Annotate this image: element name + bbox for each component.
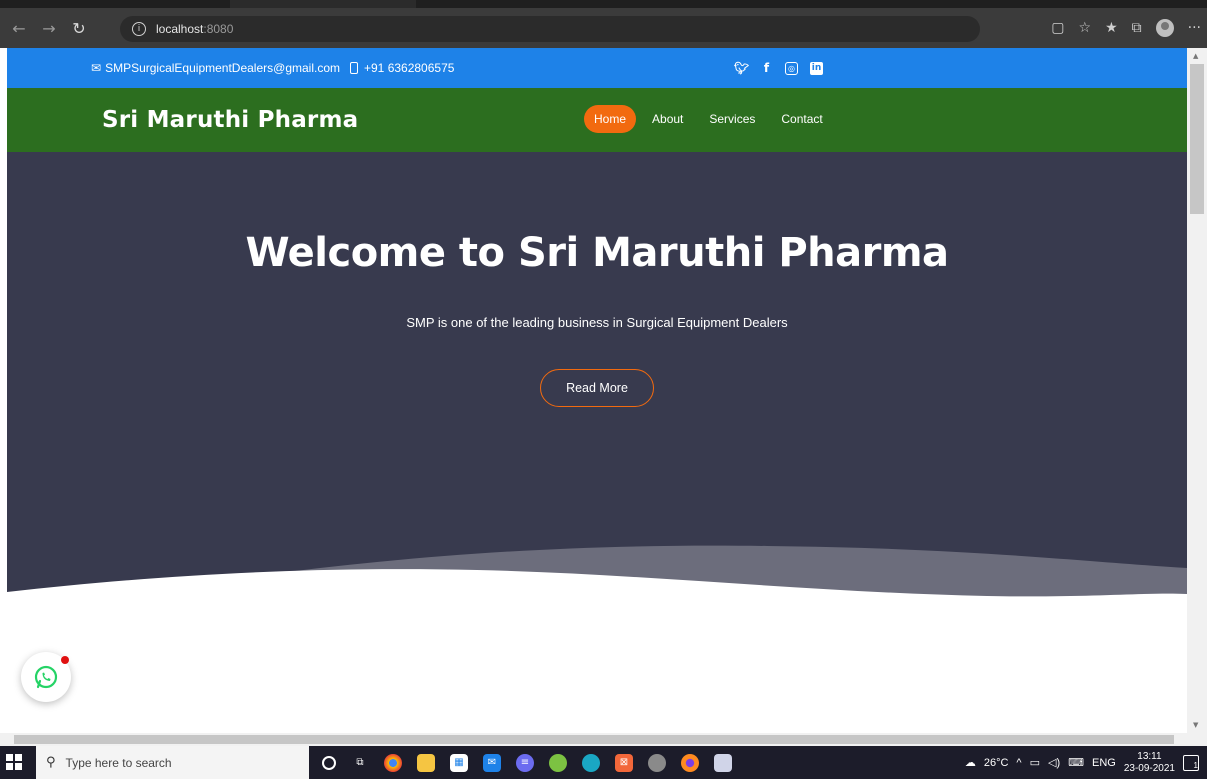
hero-title: Welcome to Sri Maruthi Pharma [245, 230, 949, 276]
horizontal-scroll-thumb[interactable] [14, 735, 1174, 744]
keyboard-icon[interactable]: ⌨ [1068, 756, 1084, 769]
more-options-icon[interactable]: ··· [1188, 20, 1201, 36]
url-port: :8080 [203, 22, 234, 36]
app-icon-3[interactable] [648, 753, 666, 772]
notification-dot [61, 656, 69, 664]
site-logo[interactable]: Sri Maruthi Pharma [102, 88, 358, 152]
taskbar-clock[interactable]: 13:11 23-09-2021 [1124, 751, 1175, 775]
firefox-icon[interactable] [681, 753, 699, 772]
browser-tab[interactable] [230, 0, 416, 8]
taskbar-apps: ⧉ ▦ ✉ ≡ ⊠ [322, 746, 732, 779]
page-viewport: ✉ SMPSurgicalEquipmentDealers@gmail.com … [7, 48, 1187, 733]
facebook-icon[interactable]: f [760, 61, 773, 75]
twitter-icon[interactable]: 🐦︎ [734, 61, 749, 75]
hero-section: Welcome to Sri Maruthi Pharma SMP is one… [7, 152, 1187, 733]
network-icon[interactable]: ▭ [1030, 756, 1040, 769]
notification-center-icon[interactable]: 1 [1183, 754, 1199, 771]
tray-chevron-up-icon[interactable]: ^ [1016, 757, 1021, 769]
phone-icon [350, 62, 358, 74]
favorites-icon[interactable]: ★ [1105, 20, 1118, 36]
volume-icon[interactable]: ◁) [1048, 756, 1060, 769]
app-icon-2[interactable] [549, 753, 567, 772]
browser-toolbar: ← → ↻ i localhost:8080 ▢ ☆ ★ ⧉ ··· [0, 8, 1207, 48]
store-icon[interactable]: ▦ [450, 753, 468, 772]
browser-toolbar-actions: ▢ ☆ ★ ⧉ ··· [1051, 8, 1201, 48]
weather-icon[interactable]: ☁ [965, 756, 976, 769]
nav-home[interactable]: Home [584, 105, 637, 133]
back-icon[interactable]: ← [8, 17, 30, 39]
reader-view-icon[interactable]: ▢ [1051, 20, 1064, 36]
language-indicator[interactable]: ENG [1092, 757, 1116, 769]
whatsapp-chat-button[interactable] [21, 652, 71, 702]
email-text: SMPSurgicalEquipmentDealers@gmail.com [105, 61, 340, 75]
app-icon-1[interactable]: ≡ [516, 753, 534, 772]
add-favorite-icon[interactable]: ☆ [1079, 20, 1092, 36]
browser-tab-strip [0, 0, 1207, 8]
scroll-down-icon[interactable]: ▼ [1193, 721, 1201, 729]
collections-icon[interactable]: ⧉ [1132, 20, 1142, 36]
site-header: Sri Maruthi Pharma Home About Services C… [7, 88, 1187, 152]
contact-topbar: ✉ SMPSurgicalEquipmentDealers@gmail.com … [7, 48, 1187, 88]
scroll-up-icon[interactable]: ▲ [1193, 52, 1201, 60]
notification-count: 1 [1193, 760, 1198, 770]
topbar-email[interactable]: ✉ SMPSurgicalEquipmentDealers@gmail.com [91, 48, 340, 88]
chrome-icon[interactable] [384, 753, 402, 772]
reload-icon[interactable]: ↻ [68, 17, 90, 39]
file-explorer-icon[interactable] [417, 753, 435, 772]
system-tray: ☁ 26°C ^ ▭ ◁) ⌨ ENG 13:11 23-09-2021 1 [965, 746, 1199, 779]
cortana-icon[interactable] [322, 755, 336, 770]
taskbar-search[interactable]: ⚲ Type here to search [36, 746, 309, 779]
edge-icon[interactable] [582, 753, 600, 772]
windows-start-icon[interactable] [6, 754, 22, 770]
nav-services[interactable]: Services [699, 105, 765, 133]
address-bar[interactable]: i localhost:8080 [120, 16, 980, 42]
nav-about[interactable]: About [642, 105, 693, 133]
profile-avatar[interactable] [1155, 19, 1174, 37]
read-more-button[interactable]: Read More [540, 369, 654, 407]
mail-icon[interactable]: ✉ [483, 753, 501, 772]
xampp-icon[interactable]: ⊠ [615, 753, 633, 772]
app-icon-4[interactable] [714, 753, 732, 772]
weather-temp[interactable]: 26°C [984, 757, 1009, 769]
topbar-phone[interactable]: +91 6362806575 [350, 48, 454, 88]
site-info-icon[interactable]: i [132, 22, 146, 36]
whatsapp-icon [34, 665, 58, 689]
taskbar-search-placeholder: Type here to search [65, 755, 172, 770]
clock-time: 13:11 [1137, 750, 1162, 762]
nav-contact[interactable]: Contact [771, 105, 832, 133]
forward-icon[interactable]: → [38, 17, 60, 39]
instagram-icon[interactable]: ◎ [785, 61, 798, 75]
url-host: localhost [156, 22, 204, 36]
hero-subtitle: SMP is one of the leading business in Su… [406, 315, 788, 330]
envelope-icon: ✉ [91, 61, 102, 75]
search-icon: ⚲ [46, 755, 56, 770]
vertical-scroll-thumb[interactable] [1190, 64, 1204, 214]
social-links: 🐦︎ f ◎ in [734, 48, 823, 88]
vertical-scrollbar[interactable]: ▲ ▼ [1187, 48, 1207, 733]
clock-date: 23-09-2021 [1123, 762, 1175, 774]
windows-taskbar: ⚲ Type here to search ⧉ ▦ ✉ ≡ ⊠ ☁ 26°C ^… [0, 746, 1207, 779]
phone-text: +91 6362806575 [364, 61, 455, 75]
linkedin-icon[interactable]: in [810, 61, 823, 75]
main-nav: Home About Services Contact [584, 105, 833, 133]
task-view-icon[interactable]: ⧉ [351, 754, 369, 772]
horizontal-scrollbar[interactable] [0, 733, 1207, 746]
hero-wave-divider [7, 545, 1187, 733]
